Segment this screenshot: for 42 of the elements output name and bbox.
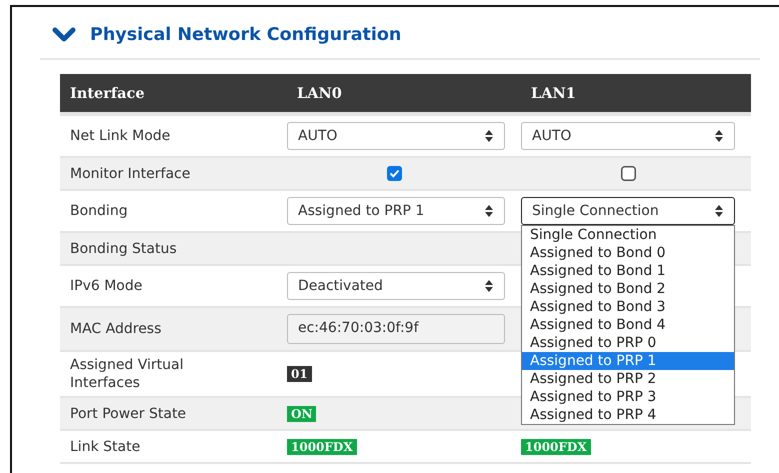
sort-arrows-icon (484, 129, 494, 143)
dropdown-option[interactable]: Assigned to Bond 0 (522, 244, 734, 262)
dropdown-option[interactable]: Assigned to Bond 2 (522, 280, 734, 298)
dropdown-option[interactable]: Assigned to PRP 2 (522, 370, 734, 388)
select-field[interactable]: AUTO (521, 122, 735, 150)
dropdown-option[interactable]: Assigned to PRP 0 (522, 334, 734, 352)
section-title: Physical Network Configuration (90, 25, 402, 45)
sort-arrows-icon (484, 204, 494, 218)
dropdown-option[interactable]: Assigned to Bond 4 (522, 316, 734, 334)
dropdown-option[interactable]: Assigned to PRP 3 (522, 388, 734, 406)
column-header: LAN1 (530, 84, 577, 102)
select-field[interactable]: AUTO (287, 122, 505, 150)
row-label: Port Power State (70, 404, 188, 422)
select-field[interactable]: Single Connection (521, 197, 735, 225)
checkbox[interactable] (386, 166, 402, 181)
dropdown-option[interactable]: Single Connection (522, 226, 734, 244)
row-label: IPv6 Mode (70, 277, 144, 295)
select-field[interactable]: Assigned to PRP 1 (287, 197, 505, 225)
row-label: Bonding Status (70, 240, 178, 258)
row-label: Net Link Mode (70, 127, 172, 145)
sort-arrows-icon (484, 279, 494, 293)
row-label: Link State (70, 438, 142, 456)
status-badge: 01 (287, 366, 312, 382)
row-label: Assigned Virtual Interfaces (70, 356, 185, 392)
row-label: MAC Address (70, 320, 162, 338)
mac-address-field[interactable]: ec:46:70:03:0f:9f (287, 314, 505, 344)
status-badge: ON (287, 406, 316, 422)
status-badge: 1000FDX (521, 438, 591, 454)
dropdown-option[interactable]: Assigned to Bond 1 (522, 262, 734, 280)
chevron-down-icon[interactable] (52, 27, 76, 43)
sort-arrows-icon (714, 204, 724, 218)
row-label: Bonding (70, 202, 129, 220)
select-field[interactable]: Deactivated (287, 272, 505, 300)
dropdown-option[interactable]: Assigned to Bond 3 (522, 298, 734, 316)
dropdown-option[interactable]: Assigned to PRP 4 (522, 406, 734, 424)
checkbox[interactable] (620, 166, 636, 181)
sort-arrows-icon (714, 129, 724, 143)
dropdown-option[interactable]: Assigned to PRP 1 (522, 352, 734, 370)
row-label: Monitor Interface (70, 164, 192, 182)
column-header: LAN0 (296, 84, 343, 102)
status-badge: 1000FDX (287, 438, 357, 454)
column-header: Interface (69, 84, 146, 102)
